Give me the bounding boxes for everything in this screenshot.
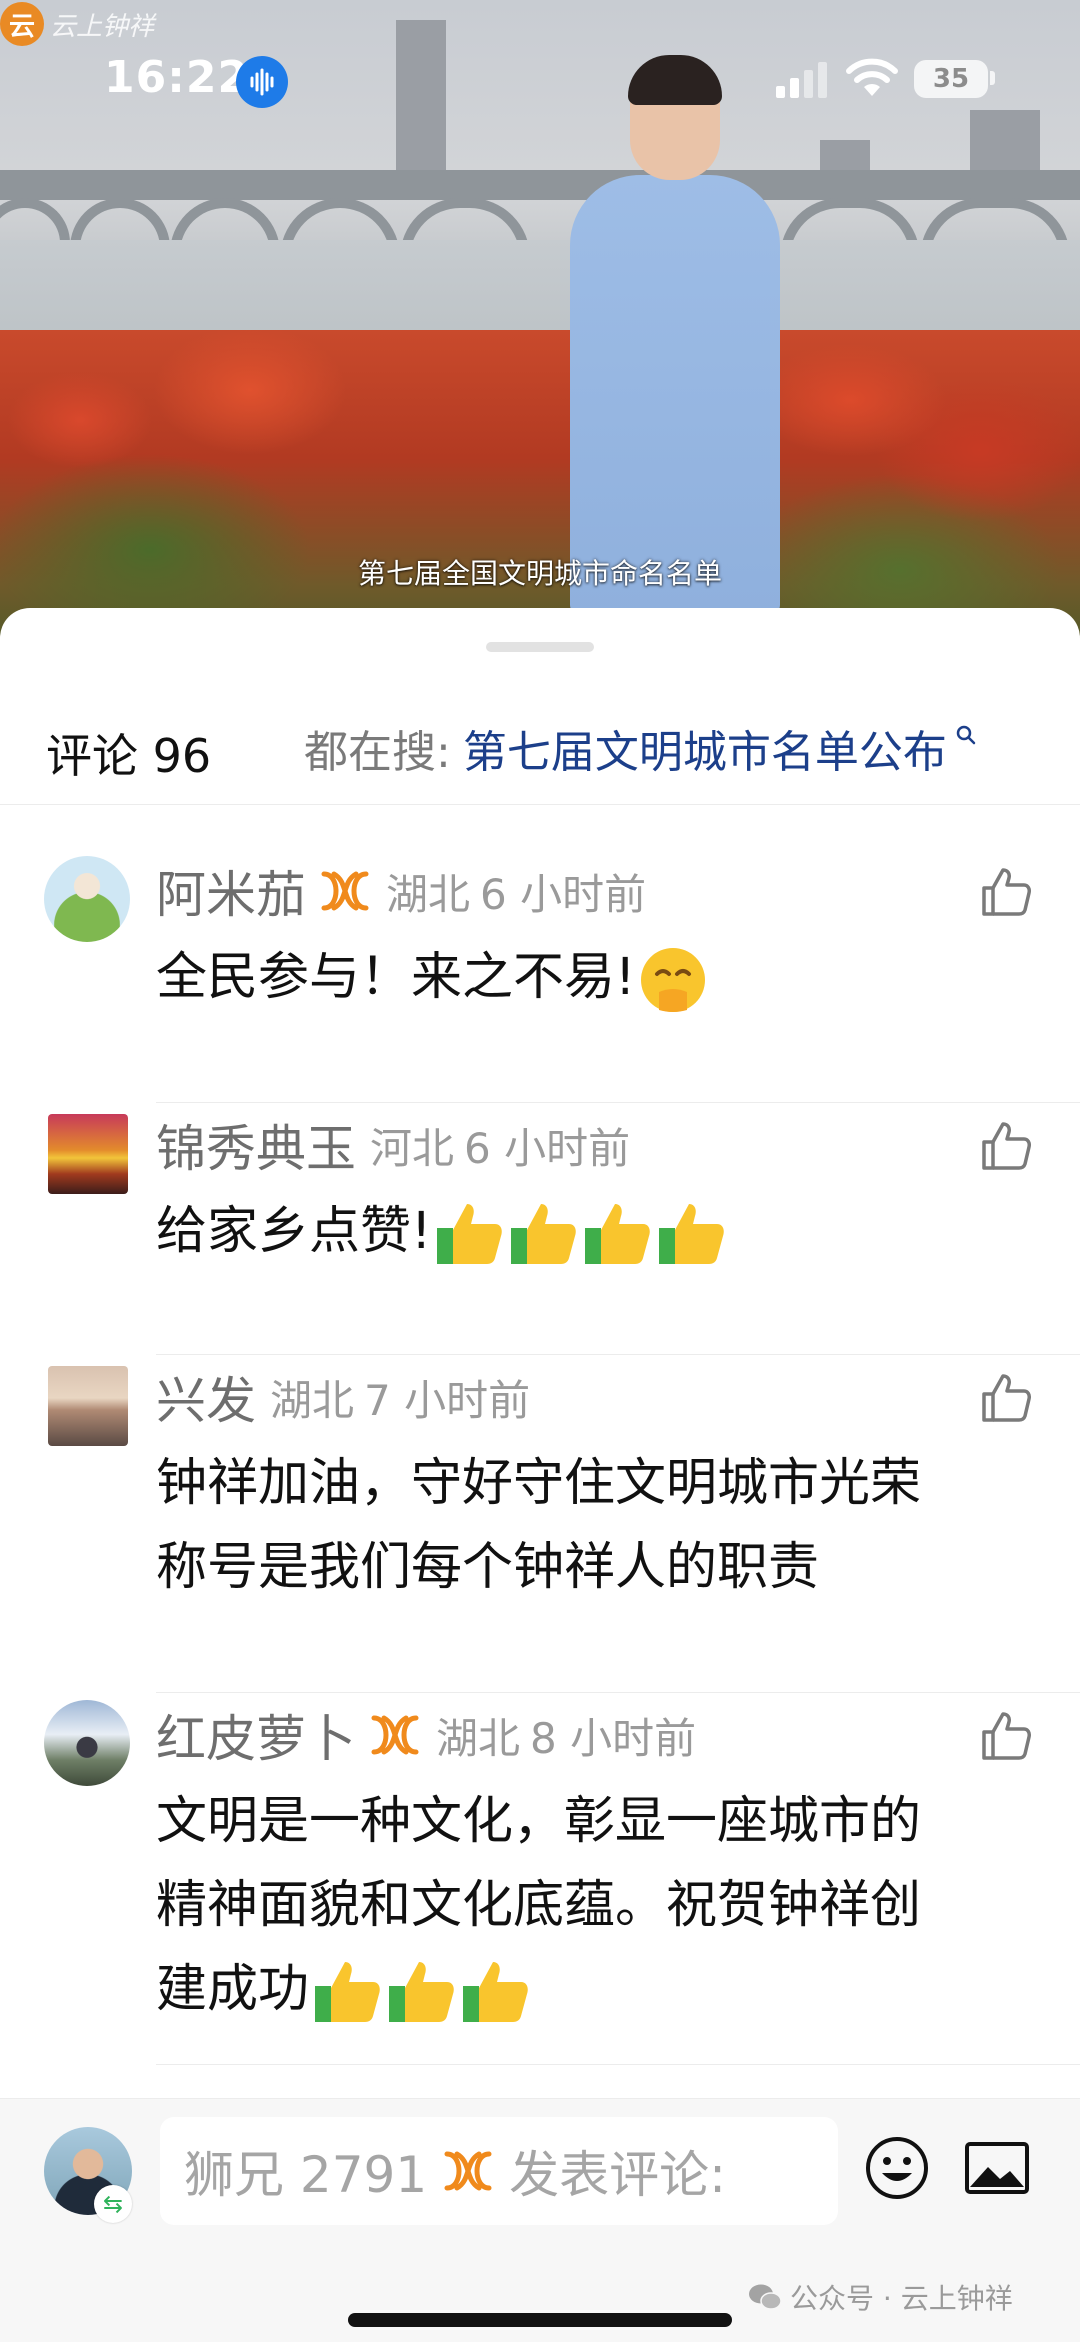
comment-text: 给家乡点赞! xyxy=(156,1190,1016,1274)
comment-location: 湖北 xyxy=(436,1713,521,1763)
comment-input[interactable]: 狮兄 2791 发表评论: xyxy=(160,2117,838,2225)
comment-line-text: 建成功 xyxy=(156,1960,310,2019)
vip-badge-icon xyxy=(444,2151,492,2191)
presenter-body xyxy=(570,175,780,615)
battery-cap xyxy=(990,71,995,85)
thumbs-up-emoji xyxy=(585,1204,651,1264)
comment-time: 8 小时前 xyxy=(530,1713,697,1763)
shushing-face-emoji xyxy=(641,948,706,1012)
comment-line: 建成功 xyxy=(156,1948,1016,2032)
comment-location: 湖北 xyxy=(386,869,471,919)
comment-item: 锦秀典玉 河北 6 小时前 给家乡点赞! xyxy=(0,1110,1080,1310)
comment-divider xyxy=(156,1692,1080,1693)
comment-meta: 阿米茄 湖北 6 小时前 xyxy=(156,856,646,926)
comment-line: 精神面貌和文化底蕴。祝贺钟祥创 xyxy=(156,1876,922,1935)
hot-search-link[interactable]: 都在搜: 第七届文明城市名单公布 xyxy=(304,716,977,780)
comment-text: 文明是一种文化，彰显一座城市的 精神面貌和文化底蕴。祝贺钟祥创 建成功 xyxy=(156,1780,1016,2032)
comment-line: 给家乡点赞! xyxy=(156,1202,432,1261)
thumbs-up-outline-icon[interactable] xyxy=(980,1120,1032,1172)
commenter-name[interactable]: 阿米茄 xyxy=(156,855,306,927)
comment-item: 兴发 湖北 7 小时前 钟祥加油，守好守住文明城市光荣 称号是我们每个钟祥人的职… xyxy=(0,1362,1080,1642)
wechat-icon xyxy=(749,2284,782,2310)
thumbs-up-emoji xyxy=(315,1962,380,2022)
smiley-icon[interactable] xyxy=(864,2135,930,2201)
voice-wave-icon[interactable] xyxy=(236,56,288,108)
comment-line: 称号是我们每个钟祥人的职责 xyxy=(156,1538,820,1597)
avatar[interactable] xyxy=(44,1700,130,1786)
background-building xyxy=(396,20,446,180)
comment-item: 红皮萝卜 湖北 8 小时前 文明是一种文化，彰显一座城市的 精神面貌和文化底蕴。… xyxy=(0,1700,1080,2060)
comment-line: 钟祥加油，守好守住文明城市光荣 xyxy=(156,1454,922,1513)
thumbs-up-emoji xyxy=(659,1204,725,1264)
comment-divider xyxy=(156,1354,1080,1355)
comment-location: 河北 xyxy=(370,1123,455,1173)
comment-meta: 兴发 湖北 7 小时前 xyxy=(156,1362,530,1432)
comment-text: 钟祥加油，守好守住文明城市光荣 称号是我们每个钟祥人的职责 xyxy=(156,1442,1016,1610)
avatar[interactable] xyxy=(48,1366,128,1446)
thumbs-up-outline-icon[interactable] xyxy=(980,1710,1032,1762)
thumbs-up-emoji xyxy=(463,1962,528,2022)
presenter-hair xyxy=(628,55,722,105)
bridge xyxy=(0,170,1080,200)
comment-meta: 锦秀典玉 河北 6 小时前 xyxy=(156,1110,630,1180)
thumbs-up-emoji xyxy=(389,1962,454,2022)
hot-search-prefix: 都在搜: xyxy=(304,727,451,778)
red-bushes xyxy=(0,330,1080,640)
thumbs-up-outline-icon[interactable] xyxy=(980,866,1032,918)
comment-item: 阿米茄 湖北 6 小时前 全民参与！来之不易! xyxy=(0,856,1080,1056)
comment-text: 全民参与！来之不易! xyxy=(156,936,1016,1020)
input-placeholder: 发表评论: xyxy=(509,2146,726,2204)
thumbs-up-emoji xyxy=(511,1204,577,1264)
swap-account-icon[interactable]: ⇆ xyxy=(94,2185,132,2223)
thumbs-up-emoji xyxy=(437,1204,503,1264)
channel-logo: 云 xyxy=(0,2,44,46)
commenter-name[interactable]: 红皮萝卜 xyxy=(156,1699,356,1771)
signal-icon xyxy=(776,62,827,98)
footer-watermark-text: 公众号 · 云上钟祥 xyxy=(790,2282,1013,2315)
comment-meta: 红皮萝卜 湖北 8 小时前 xyxy=(156,1700,696,1770)
home-indicator[interactable] xyxy=(348,2313,732,2327)
wifi-icon xyxy=(846,58,898,96)
footer-watermark: 公众号 · 云上钟祥 xyxy=(748,2277,1013,2317)
comment-divider xyxy=(156,1102,1080,1103)
battery-icon: 35 xyxy=(914,60,988,98)
comments-sheet: 评论 96 都在搜: 第七届文明城市名单公布 阿米茄 湖北 6 小时前 全民参与… xyxy=(0,608,1080,2341)
status-time: 16:22 xyxy=(104,52,250,103)
video-subtitle: 第七届全国文明城市命名名单 xyxy=(357,557,722,590)
channel-watermark: 云 云上钟祥 xyxy=(0,2,154,46)
search-icon xyxy=(956,725,976,745)
commenter-name[interactable]: 兴发 xyxy=(156,1361,256,1433)
vip-badge-icon xyxy=(371,1715,419,1755)
comment-time: 6 小时前 xyxy=(464,1123,631,1173)
thumbs-up-outline-icon[interactable] xyxy=(980,1372,1032,1424)
header-divider xyxy=(0,804,1080,805)
comment-line: 全民参与！来之不易! xyxy=(156,948,636,1007)
comments-count: 评论 96 xyxy=(46,729,212,783)
comment-time: 6 小时前 xyxy=(480,869,647,919)
comment-line: 文明是一种文化，彰显一座城市的 xyxy=(156,1792,922,1851)
hot-search-term[interactable]: 第七届文明城市名单公布 xyxy=(463,716,947,780)
vip-badge-icon xyxy=(321,871,369,911)
comment-input-bar: ⇆ 狮兄 2791 发表评论: 公众号 · 云上钟祥 xyxy=(0,2098,1080,2342)
comment-location: 湖北 xyxy=(270,1375,355,1425)
avatar[interactable] xyxy=(48,1114,128,1194)
comment-time: 7 小时前 xyxy=(364,1375,531,1425)
comment-divider xyxy=(156,2064,1080,2065)
input-username: 狮兄 2791 xyxy=(184,2146,428,2204)
image-icon[interactable] xyxy=(964,2141,1030,2195)
channel-name: 云上钟祥 xyxy=(50,11,155,42)
commenter-name[interactable]: 锦秀典玉 xyxy=(156,1109,356,1181)
avatar[interactable] xyxy=(44,856,130,942)
drag-handle[interactable] xyxy=(486,642,594,652)
